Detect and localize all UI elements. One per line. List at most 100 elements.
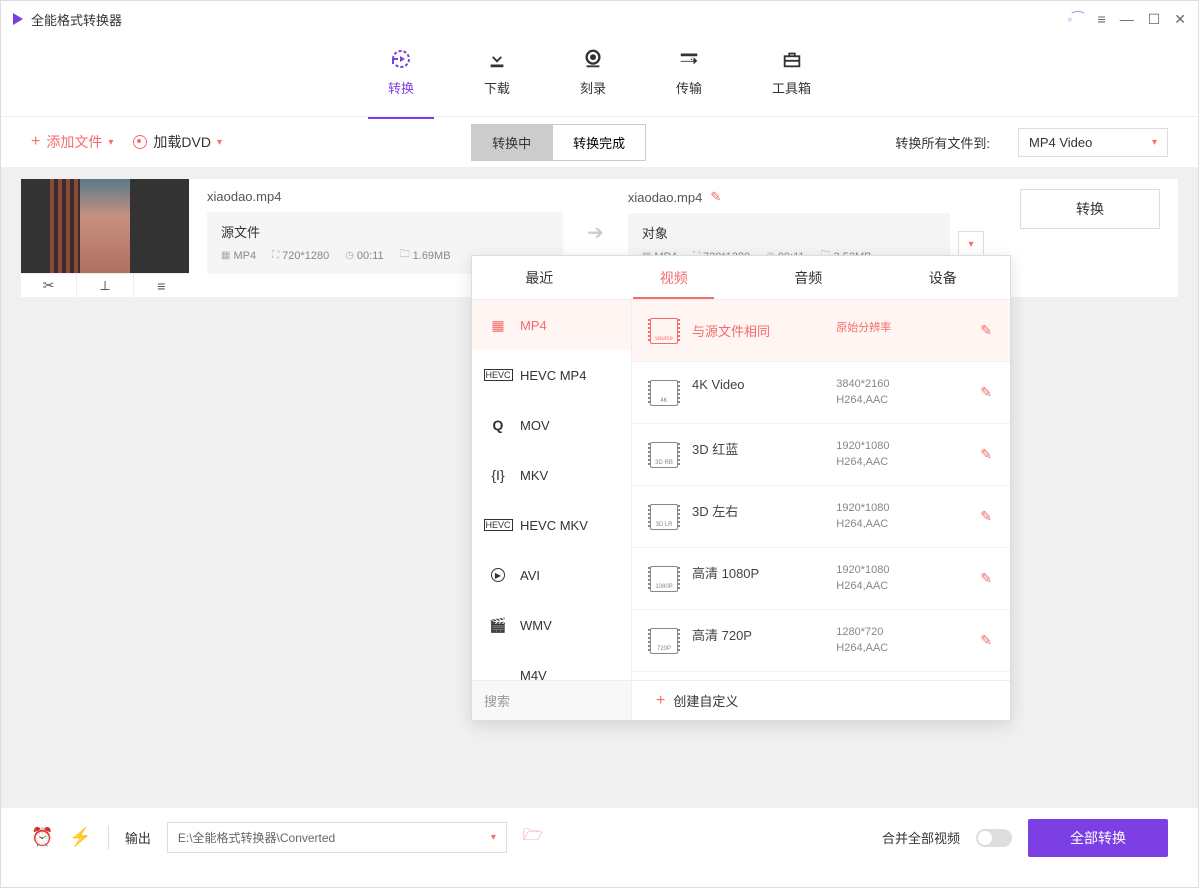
- add-file-button[interactable]: + 添加文件 ▾: [31, 132, 113, 152]
- popup-tab-recent[interactable]: 最近: [472, 256, 607, 299]
- source-filename: xiaodao.mp4: [207, 189, 563, 204]
- preset-item[interactable]: 4K4K Video3840*2160H264,AAC✎: [632, 362, 1010, 424]
- disc-icon: [133, 135, 147, 149]
- output-path-select[interactable]: E:\全能格式转换器\Converted ▾: [167, 822, 507, 853]
- chevron-down-icon: ▾: [108, 137, 113, 148]
- merge-videos-label: 合并全部视频: [882, 828, 960, 847]
- format-select[interactable]: MP4 Video ▾: [1018, 128, 1168, 157]
- video-thumbnail[interactable]: [21, 179, 189, 273]
- plus-icon: +: [656, 692, 665, 710]
- chevron-down-icon: ▾: [217, 137, 222, 148]
- convert-all-button[interactable]: 全部转换: [1028, 819, 1168, 857]
- format-icon: Q: [488, 417, 508, 433]
- format-icon: ▦: [488, 317, 508, 333]
- edit-name-icon[interactable]: ✎: [710, 189, 721, 205]
- nav-burn[interactable]: 刻录: [580, 46, 606, 107]
- burn-icon: [580, 46, 606, 72]
- tab-completed[interactable]: 转换完成: [552, 124, 646, 161]
- menu-icon[interactable]: ≡: [1098, 11, 1106, 27]
- edit-preset-icon[interactable]: ✎: [980, 446, 992, 463]
- format-icon: [488, 667, 508, 680]
- format-item-hevc-mp4[interactable]: HEVCHEVC MP4: [472, 350, 631, 400]
- format-item-mov[interactable]: QMOV: [472, 400, 631, 450]
- target-format-dropdown[interactable]: ▾: [958, 231, 984, 257]
- nav-transfer[interactable]: 传输: [676, 46, 702, 107]
- edit-preset-icon[interactable]: ✎: [980, 322, 992, 339]
- preset-item[interactable]: 3D LR3D 左右1920*1080H264,AAC✎: [632, 486, 1010, 548]
- format-icon: ▶: [488, 567, 508, 583]
- edit-preset-icon[interactable]: ✎: [980, 384, 992, 401]
- preset-icon: 4K: [650, 380, 678, 406]
- nav-toolbox[interactable]: 工具箱: [772, 46, 811, 107]
- chevron-down-icon: ▾: [491, 832, 496, 843]
- transfer-icon: [676, 46, 702, 72]
- crop-icon[interactable]: ⟂: [77, 274, 133, 297]
- convert-icon: [388, 46, 414, 72]
- convert-all-to-label: 转换所有文件到:: [895, 133, 990, 152]
- speed-icon[interactable]: ⚡: [69, 827, 91, 848]
- format-item-wmv[interactable]: 🎬WMV: [472, 600, 631, 650]
- app-title: 全能格式转换器: [31, 10, 122, 29]
- preset-item[interactable]: 1080P高清 1080P1920*1080H264,AAC✎: [632, 548, 1010, 610]
- edit-preset-icon[interactable]: ✎: [980, 508, 992, 525]
- preset-list[interactable]: source与源文件相同原始分辨率✎4K4K Video3840*2160H26…: [632, 300, 1010, 680]
- popup-tab-audio[interactable]: 音频: [741, 256, 876, 299]
- preset-icon: 1080P: [650, 566, 678, 592]
- src-format: ▦MP4: [221, 247, 256, 264]
- minimize-icon[interactable]: —: [1120, 11, 1134, 27]
- main-nav: 转换 下载 刻录 传输 工具箱: [1, 37, 1198, 117]
- tab-converting[interactable]: 转换中: [471, 124, 552, 161]
- adjust-icon[interactable]: ≡: [134, 274, 189, 297]
- merge-toggle[interactable]: [976, 829, 1012, 847]
- arrow-right-icon: ➔: [583, 220, 608, 245]
- film-icon: ▦: [221, 250, 230, 261]
- format-popup: 最近 视频 音频 设备 ▦MP4HEVCHEVC MP4QMOV{I}MKVHE…: [471, 255, 1011, 721]
- maximize-icon[interactable]: ☐: [1148, 11, 1161, 28]
- footer: ⏰ ⚡ 输出 E:\全能格式转换器\Converted ▾ 🗁 合并全部视频 全…: [1, 807, 1198, 867]
- status-tabs: 转换中 转换完成: [471, 124, 646, 161]
- preset-icon: 3D RB: [650, 442, 678, 468]
- format-item-hevc-mkv[interactable]: HEVCHEVC MKV: [472, 500, 631, 550]
- format-item-avi[interactable]: ▶AVI: [472, 550, 631, 600]
- format-item-m4v[interactable]: M4V: [472, 650, 631, 680]
- preset-item[interactable]: 720P高清 720P1280*720H264,AAC✎: [632, 610, 1010, 672]
- src-size: 🗀1.69MB: [400, 247, 451, 264]
- content-area: ✂ ⟂ ≡ xiaodao.mp4 源文件 ▦MP4 ⛶720*1280 ◷00…: [1, 167, 1198, 807]
- format-item-mkv[interactable]: {I}MKV: [472, 450, 631, 500]
- format-list[interactable]: ▦MP4HEVCHEVC MP4QMOV{I}MKVHEVCHEVC MKV▶A…: [472, 300, 632, 680]
- preset-icon: 720P: [650, 628, 678, 654]
- format-icon: HEVC: [488, 517, 508, 533]
- preset-item[interactable]: 3D RB3D 红蓝1920*1080H264,AAC✎: [632, 424, 1010, 486]
- format-icon: 🎬: [488, 617, 508, 633]
- toolbox-icon: [779, 46, 805, 72]
- toolbar: + 添加文件 ▾ 加载DVD ▾ 转换中 转换完成 转换所有文件到: MP4 V…: [1, 117, 1198, 167]
- titlebar: 全能格式转换器 ◦⁀ ≡ — ☐ ✕: [1, 1, 1198, 37]
- user-icon[interactable]: ◦⁀: [1067, 11, 1083, 28]
- nav-download[interactable]: 下载: [484, 46, 510, 107]
- convert-button[interactable]: 转换: [1020, 189, 1160, 229]
- alarm-icon[interactable]: ⏰: [31, 827, 53, 848]
- popup-tab-video[interactable]: 视频: [607, 256, 742, 299]
- download-icon: [484, 46, 510, 72]
- output-label: 输出: [125, 828, 151, 847]
- nav-convert[interactable]: 转换: [388, 46, 414, 107]
- create-custom-button[interactable]: + 创建自定义: [632, 691, 1010, 710]
- popup-tab-device[interactable]: 设备: [876, 256, 1011, 299]
- search-input[interactable]: 搜索: [472, 681, 632, 720]
- format-item-mp4[interactable]: ▦MP4: [472, 300, 631, 350]
- edit-preset-icon[interactable]: ✎: [980, 632, 992, 649]
- app-logo-icon: [13, 13, 23, 25]
- plus-icon: +: [31, 133, 40, 151]
- preset-icon: source: [650, 318, 678, 344]
- edit-preset-icon[interactable]: ✎: [980, 570, 992, 587]
- src-resolution: ⛶720*1280: [272, 247, 329, 264]
- format-icon: {I}: [488, 467, 508, 483]
- chevron-down-icon: ▾: [1152, 137, 1157, 148]
- open-folder-icon[interactable]: 🗁: [523, 824, 543, 851]
- load-dvd-button[interactable]: 加载DVD ▾: [133, 132, 222, 152]
- preset-item[interactable]: source与源文件相同原始分辨率✎: [632, 300, 1010, 362]
- format-icon: HEVC: [488, 367, 508, 383]
- close-icon[interactable]: ✕: [1174, 11, 1186, 28]
- target-filename: xiaodao.mp4: [628, 190, 702, 205]
- cut-icon[interactable]: ✂: [21, 274, 77, 297]
